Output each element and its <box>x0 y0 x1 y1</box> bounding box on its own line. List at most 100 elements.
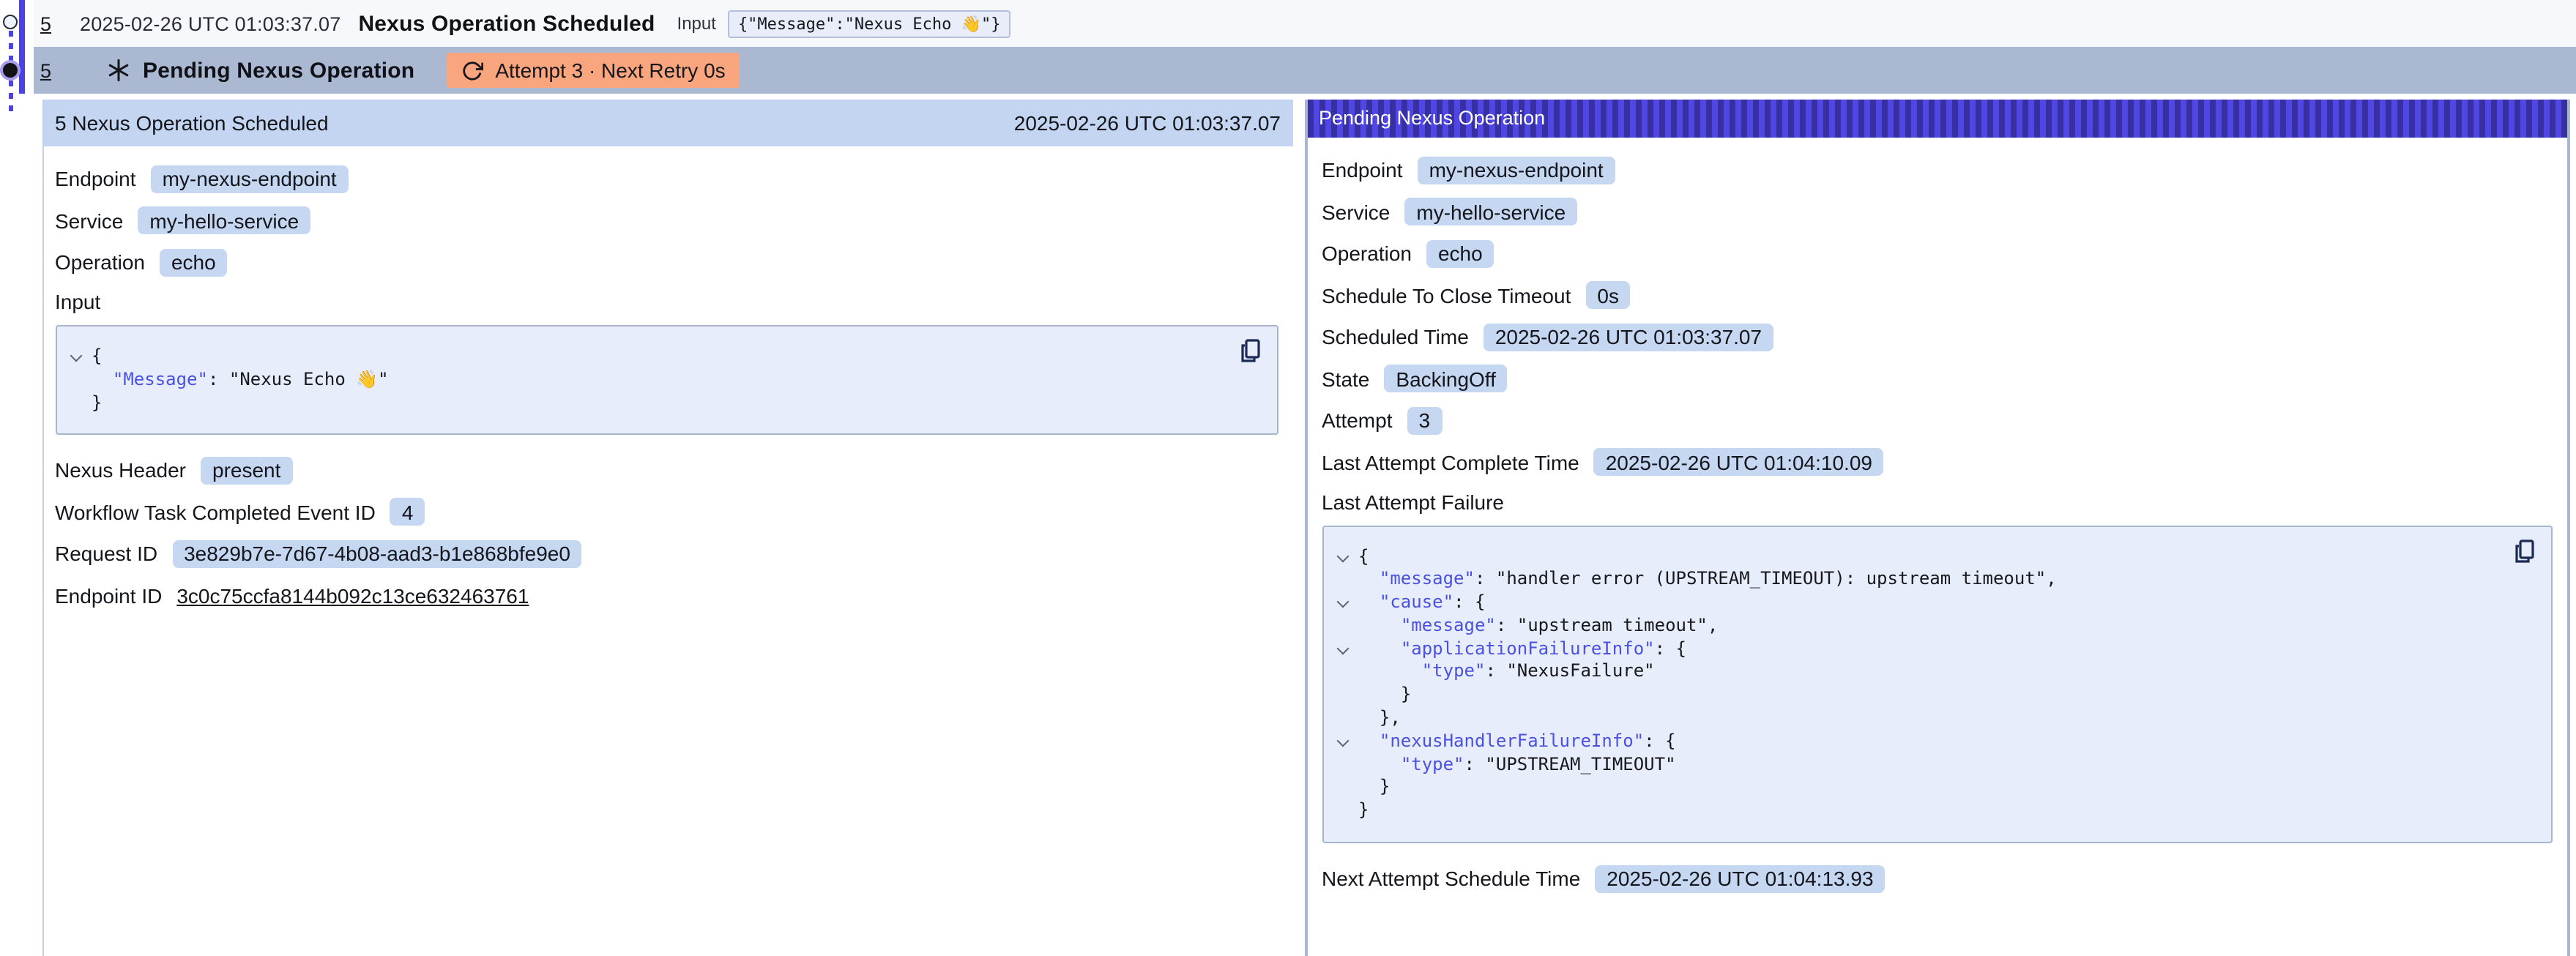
json-line: "type": "UPSTREAM_TIMEOUT" <box>1335 753 2498 777</box>
json-key: "Message" <box>113 369 208 392</box>
field-value-badge: echo <box>1426 239 1494 267</box>
json-key: "type" <box>1401 753 1464 777</box>
json-line: "message": "upstream timeout", <box>1335 615 2498 638</box>
json-text: } <box>92 392 102 415</box>
json-line-gutter <box>1335 661 1358 684</box>
json-line: } <box>68 392 1224 415</box>
detail-field-row: Service my-hello-service <box>55 204 1278 236</box>
json-line: "message": "handler error (UPSTREAM_TIME… <box>1335 569 2498 592</box>
field-value-badge: 2025-02-26 UTC 01:04:10.09 <box>1594 448 1884 476</box>
json-text: : "handler error (UPSTREAM_TIMEOUT): ups… <box>1475 569 2057 592</box>
endpoint-id-link[interactable]: 3c0c75ccfa8144b092c13ce632463761 <box>176 584 529 608</box>
field-value-badge: my-hello-service <box>1404 198 1577 225</box>
json-indent <box>1358 684 1401 708</box>
collapse-chevron-icon[interactable] <box>1336 550 1349 562</box>
field-value-badge: 2025-02-26 UTC 01:03:37.07 <box>1484 323 1773 351</box>
scheduled-event-panel: 5 Nexus Operation Scheduled 2025-02-26 U… <box>42 100 1292 956</box>
json-text: { <box>1358 545 1369 569</box>
detail-field-row: Endpoint my-nexus-endpoint <box>55 163 1278 195</box>
field-label: Operation <box>1322 242 1412 265</box>
json-indent <box>1358 569 1380 592</box>
event-input-chip: {"Message":"Nexus Echo 👋"} <box>728 10 1011 37</box>
json-line-gutter <box>1335 753 1358 777</box>
field-value-badge: echo <box>160 248 228 276</box>
json-line-gutter <box>1335 569 1358 592</box>
field-label: Service <box>55 209 123 232</box>
scheduled-fields-group: Endpoint my-nexus-endpoint Service my-he… <box>55 163 1278 278</box>
collapse-chevron-icon[interactable] <box>1336 596 1349 608</box>
detail-field-row: Operation echo <box>1322 237 2552 269</box>
retry-badge-label: Attempt 3 · Next Retry 0s <box>495 59 725 82</box>
detail-field-row: Nexus Header present <box>55 455 1278 487</box>
field-label: Schedule To Close Timeout <box>1322 283 1571 307</box>
json-line: "cause": { <box>1335 591 2498 615</box>
next-attempt-row: Next Attempt Schedule Time 2025-02-26 UT… <box>1322 862 2552 895</box>
json-line-gutter <box>1335 615 1358 638</box>
event-row-pending[interactable]: 5 Pending Nexus Operation Attempt 3 · Ne… <box>33 47 2576 94</box>
field-label: Last Attempt Complete Time <box>1322 450 1579 474</box>
event-input-label: Input <box>677 13 716 34</box>
input-json-lines: { "Message": "Nexus Echo 👋" } <box>68 346 1224 415</box>
field-label: Next Attempt Schedule Time <box>1322 867 1580 890</box>
retry-status-badge: Attempt 3 · Next Retry 0s <box>447 53 740 88</box>
field-label: Operation <box>55 250 145 274</box>
detail-field-row: State BackingOff <box>1322 362 2552 395</box>
json-indent <box>1358 777 1380 800</box>
input-json-block: { "Message": "Nexus Echo 👋" } <box>55 325 1278 436</box>
timeline-marker-filled-circle-icon <box>3 62 18 77</box>
pending-panel-title: Pending Nexus Operation <box>1319 107 1545 129</box>
event-id-link[interactable]: 5 <box>40 59 61 81</box>
event-id-link[interactable]: 5 <box>40 12 61 34</box>
pending-panel-header: Pending Nexus Operation <box>1307 100 2566 138</box>
endpoint-id-row: Endpoint ID 3c0c75ccfa8144b092c13ce63246… <box>55 580 1278 612</box>
field-label: Nexus Header <box>55 459 186 482</box>
collapse-chevron-icon[interactable] <box>1336 642 1349 654</box>
json-text: { <box>92 346 102 369</box>
field-label: Scheduled Time <box>1322 325 1469 348</box>
json-line-gutter <box>1335 684 1358 708</box>
json-line-gutter <box>68 369 92 392</box>
field-value-badge: 4 <box>390 498 425 526</box>
json-indent <box>1358 638 1401 661</box>
field-value-badge: my-nexus-endpoint <box>1418 156 1615 184</box>
detail-field-row: Scheduled Time 2025-02-26 UTC 01:03:37.0… <box>1322 321 2552 353</box>
json-indent <box>1358 661 1422 684</box>
json-line: "Message": "Nexus Echo 👋" <box>68 369 1224 392</box>
scheduled-fields-group-2: Nexus Header present Workflow Task Compl… <box>55 455 1278 570</box>
scheduled-panel-header: 5 Nexus Operation Scheduled 2025-02-26 U… <box>43 100 1292 146</box>
copy-icon <box>1238 338 1262 365</box>
json-key: "message" <box>1401 615 1496 638</box>
event-name: Nexus Operation Scheduled <box>358 11 655 36</box>
json-line: } <box>1335 800 2498 824</box>
copy-button[interactable] <box>1237 338 1263 367</box>
failure-json-lines: { "message": "handler error (UPSTREAM_TI… <box>1335 545 2498 823</box>
event-row-scheduled[interactable]: 5 2025-02-26 UTC 01:03:37.07 Nexus Opera… <box>33 0 2576 47</box>
retry-icon <box>461 59 483 81</box>
collapse-chevron-icon[interactable] <box>1336 734 1349 747</box>
event-timestamp: 2025-02-26 UTC 01:03:37.07 <box>80 12 340 34</box>
json-key: "cause" <box>1380 591 1453 615</box>
scheduled-panel-body: Endpoint my-nexus-endpoint Service my-he… <box>43 146 1292 612</box>
field-label: Workflow Task Completed Event ID <box>55 501 376 524</box>
pending-operation-panel: Pending Nexus Operation Endpoint my-nexu… <box>1304 100 2569 956</box>
field-value-badge: present <box>201 457 292 485</box>
field-value-badge: my-nexus-endpoint <box>151 165 349 193</box>
json-line: "type": "NexusFailure" <box>1335 661 2498 684</box>
detail-field-row: Service my-hello-service <box>1322 195 2552 228</box>
json-line-gutter <box>1335 777 1358 800</box>
copy-button[interactable] <box>2511 538 2537 567</box>
field-label: Endpoint ID <box>55 584 162 608</box>
json-text: : "NexusFailure" <box>1485 661 1654 684</box>
json-line: { <box>1335 545 2498 569</box>
selected-group-indicator-bar <box>19 0 24 94</box>
pending-panel-body: Endpoint my-nexus-endpoint Service my-he… <box>1307 138 2566 895</box>
field-value-badge: BackingOff <box>1384 365 1507 392</box>
detail-field-row: Workflow Task Completed Event ID 4 <box>55 496 1278 529</box>
json-indent <box>1358 591 1380 615</box>
json-text: } <box>1380 777 1390 800</box>
field-value-badge: 3e829b7e-7d67-4b08-aad3-b1e868bfe9e0 <box>172 540 582 568</box>
field-label: Service <box>1322 200 1390 223</box>
collapse-chevron-icon[interactable] <box>70 350 82 362</box>
json-text: : { <box>1655 638 1686 661</box>
json-line: }, <box>1335 707 2498 731</box>
